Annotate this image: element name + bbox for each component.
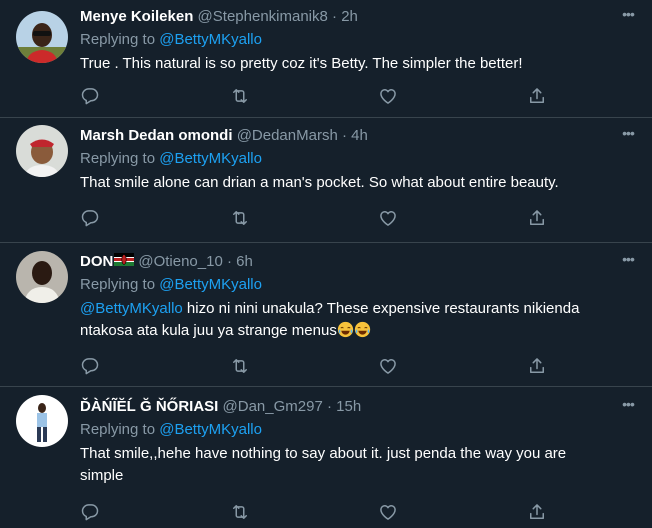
face-with-tears-of-joy-icon [354, 321, 371, 338]
tweet[interactable]: ĎÀŃĨĔĹ Ğ ŇŐRIASI @Dan_Gm297 · 15h Replyi… [0, 387, 652, 528]
replying-to-link[interactable]: @BettyMKyallo [159, 31, 262, 48]
replying-label: Replying to [80, 276, 156, 293]
separator-dot: · [226, 253, 232, 270]
more-icon[interactable]: ••• [616, 251, 640, 271]
timestamp[interactable]: 6h [236, 253, 253, 270]
share-icon[interactable] [527, 86, 547, 106]
user-handle[interactable]: @Stephenkimanik8 [198, 8, 328, 25]
tweet-text: That smile alone can drian a man's pocke… [80, 174, 559, 191]
replying-to: Replying to @BettyMKyallo [80, 274, 640, 296]
replying-to-link[interactable]: @BettyMKyallo [159, 150, 262, 167]
tweet-text: True . This natural is so pretty coz it'… [80, 55, 523, 72]
avatar[interactable] [16, 125, 68, 177]
replying-label: Replying to [80, 421, 156, 438]
tweet-text-line: hizo ni nini unakula? These expensive re… [182, 300, 580, 317]
more-icon[interactable]: ••• [616, 396, 640, 416]
retweet-icon[interactable] [230, 356, 250, 376]
replying-to: Replying to @BettyMKyallo [80, 148, 640, 170]
display-name[interactable]: ĎÀŃĨĔĹ Ğ ŇŐRIASI [80, 398, 218, 415]
like-icon[interactable] [378, 86, 398, 106]
tweet-text-line: That smile,,hehe have nothing to say abo… [80, 445, 567, 462]
replying-to: Replying to @BettyMKyallo [80, 29, 640, 51]
more-icon[interactable]: ••• [616, 6, 640, 26]
kenya-flag-icon [114, 251, 135, 273]
face-with-tears-of-joy-icon [337, 321, 354, 338]
like-icon[interactable] [378, 208, 398, 228]
replying-to-link[interactable]: @BettyMKyallo [159, 421, 262, 438]
like-icon[interactable] [378, 502, 398, 522]
action-bar [80, 86, 550, 106]
retweet-icon[interactable] [230, 208, 250, 228]
share-icon[interactable] [527, 208, 547, 228]
tweet[interactable]: Menye Koileken @Stephenkimanik8 · 2h Rep… [0, 0, 652, 118]
tweet-text-line: simple [80, 467, 124, 484]
avatar[interactable] [16, 395, 68, 447]
action-bar [80, 356, 550, 376]
mention-link[interactable]: @BettyMKyallo [80, 300, 183, 317]
display-name[interactable]: Marsh Dedan omondi [80, 127, 233, 144]
tweet-text: @BettyMKyallo hizo ni nini unakula? Thes… [80, 298, 640, 342]
timestamp[interactable]: 2h [341, 8, 358, 25]
user-handle[interactable]: @DedanMarsh [237, 127, 338, 144]
retweet-icon[interactable] [230, 86, 250, 106]
separator-dot: · [341, 127, 347, 144]
user-handle[interactable]: @Otieno_10 [138, 253, 222, 270]
tweet[interactable]: DON @Otieno_10 · 6h Replying to @BettyMKy… [0, 243, 652, 387]
share-icon[interactable] [527, 502, 547, 522]
user-handle[interactable]: @Dan_Gm297 [223, 398, 323, 415]
retweet-icon[interactable] [230, 502, 250, 522]
separator-dot: · [326, 398, 332, 415]
replying-to-link[interactable]: @BettyMKyallo [159, 276, 262, 293]
avatar[interactable] [16, 11, 68, 63]
avatar[interactable] [16, 251, 68, 303]
tweet-text: That smile,,hehe have nothing to say abo… [80, 443, 640, 487]
timestamp[interactable]: 15h [336, 398, 361, 415]
reply-icon[interactable] [80, 502, 100, 522]
display-name[interactable]: Menye Koileken [80, 8, 193, 25]
reply-icon[interactable] [80, 208, 100, 228]
action-bar [80, 208, 550, 228]
reply-icon[interactable] [80, 86, 100, 106]
action-bar [80, 502, 550, 522]
separator-dot: · [332, 8, 338, 25]
like-icon[interactable] [378, 356, 398, 376]
display-name[interactable]: DON [80, 253, 113, 270]
replying-to: Replying to @BettyMKyallo [80, 419, 640, 441]
tweet-text-line: ntakosa ata kula juu ya strange menus [80, 322, 337, 339]
replying-label: Replying to [80, 150, 156, 167]
more-icon[interactable]: ••• [616, 125, 640, 145]
tweet[interactable]: Marsh Dedan omondi @DedanMarsh · 4h Repl… [0, 118, 652, 243]
replying-label: Replying to [80, 31, 156, 48]
share-icon[interactable] [527, 356, 547, 376]
timestamp[interactable]: 4h [351, 127, 368, 144]
reply-icon[interactable] [80, 356, 100, 376]
